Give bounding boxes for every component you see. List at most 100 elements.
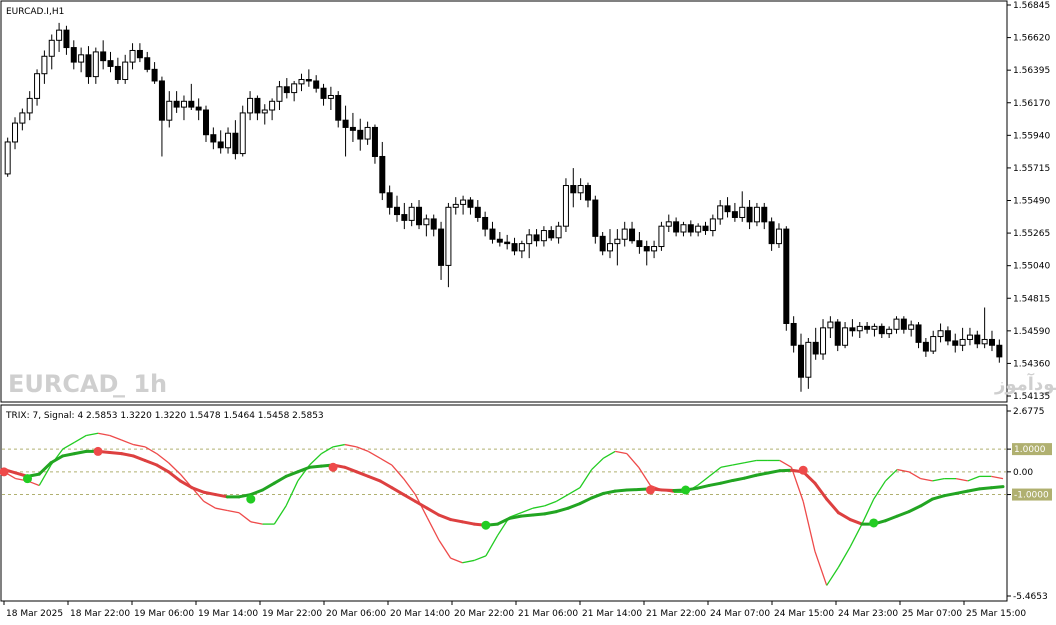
candle-body [599, 235, 606, 252]
candle-body [173, 100, 180, 108]
time-tick-label: 20 Mar 06:00 [326, 609, 386, 619]
candle-body [900, 318, 907, 330]
signal-dot [93, 446, 103, 456]
candle-body [298, 79, 305, 85]
candle-body [239, 112, 246, 155]
candle-body [232, 132, 239, 155]
candle-body [100, 51, 107, 62]
candle-body [180, 100, 187, 108]
signal-dot [869, 518, 879, 528]
price-tick-label: 1.55490 [1013, 197, 1050, 207]
candle-body [12, 122, 19, 143]
level-label: 1.0000 [1014, 445, 1046, 455]
indicator-tick-label: -5.4653 [1013, 592, 1048, 602]
candle-body [188, 100, 195, 108]
candle-body [445, 206, 452, 266]
time-tick-label: 24 Mar 15:00 [774, 609, 834, 619]
candle-body [577, 185, 584, 194]
candle-body [210, 134, 217, 143]
candle-body [261, 109, 268, 114]
candle-body [636, 240, 643, 248]
candle-body [562, 185, 569, 227]
indicator-tick-label: 2.6775 [1013, 407, 1045, 417]
candle-body [349, 126, 356, 131]
price-tick-label: 1.54590 [1013, 327, 1050, 337]
candle-body [327, 94, 334, 99]
candle-body [474, 206, 481, 218]
candle-body [386, 192, 393, 208]
candle-body [878, 325, 885, 335]
watermark-timeframe: _ 1h [113, 370, 167, 398]
candle-body [592, 199, 599, 237]
candle-body [203, 109, 210, 136]
indicator-panel[interactable] [0, 404, 1008, 602]
level-label: -1.0000 [1014, 491, 1049, 501]
price-tick-label: 1.55940 [1013, 131, 1050, 141]
time-tick-label: 21 Mar 22:00 [646, 609, 706, 619]
candle-body [305, 79, 312, 82]
indicator-axis: 2.6775 1.0000 0.00 -1.0000 -5.4653 [1007, 407, 1052, 602]
candle-body [26, 97, 33, 114]
candle-body [584, 185, 591, 201]
candle-body [19, 112, 26, 124]
candle-body [393, 206, 400, 216]
candle-body [952, 340, 959, 346]
candle-body [871, 325, 878, 330]
candle-body [614, 238, 621, 245]
candle-body [761, 206, 768, 223]
candle-body [820, 327, 827, 355]
indicator-header: TRIX: 7, Signal: 4 2.5853 1.3220 1.3220 … [5, 411, 324, 421]
candle-body [408, 206, 415, 221]
candle-body [166, 100, 173, 121]
candle-body [959, 338, 966, 346]
candle-body [217, 141, 224, 149]
candle-body [886, 328, 893, 335]
candle-body [114, 65, 121, 81]
candle-body [856, 325, 863, 332]
candle-body [151, 68, 158, 82]
candle-body [438, 228, 445, 266]
signal-dot [681, 485, 691, 495]
candle-body [739, 206, 746, 218]
candle-body [775, 228, 782, 245]
time-tick-label: 19 Mar 06:00 [134, 609, 194, 619]
candle-body [247, 97, 254, 114]
candle-body [981, 338, 988, 345]
trading-chart[interactable]: EURCAD.I,H1 TRIX: 7, Signal: 4 2.5853 1.… [0, 0, 1056, 625]
time-tick-label: 21 Mar 14:00 [582, 609, 642, 619]
price-tick-label: 1.56845 [1013, 1, 1050, 11]
candle-body [136, 49, 143, 59]
candle-body [518, 243, 525, 252]
candle-body [41, 55, 48, 75]
candle-body [746, 206, 753, 223]
signal-dot [246, 494, 256, 504]
candle-body [504, 241, 511, 245]
candle-body [460, 199, 467, 205]
price-tick-label: 1.56395 [1013, 66, 1050, 76]
candle-body [342, 119, 349, 128]
time-tick-label: 19 Mar 14:00 [198, 609, 258, 619]
signal-dot [23, 474, 33, 484]
candle-body [673, 221, 680, 233]
price-panel[interactable] [0, 0, 1008, 403]
indicator-tick-label: 0.00 [1013, 468, 1033, 478]
candle-body [687, 224, 694, 233]
candle-body [768, 221, 775, 245]
candle-body [555, 225, 562, 239]
candle-body [966, 334, 973, 340]
price-tick-label: 1.55265 [1013, 229, 1050, 239]
signal-dot [645, 485, 655, 495]
candle-body [864, 325, 871, 330]
candle-body [607, 243, 614, 252]
candle-body [496, 238, 503, 243]
candle-body [717, 205, 724, 220]
candle-body [731, 211, 738, 218]
candle-body [651, 246, 658, 252]
candle-body [195, 106, 202, 111]
candle-body [812, 341, 819, 355]
candle-body [283, 86, 290, 94]
candle-body [4, 141, 11, 175]
candle-body [753, 206, 760, 223]
trix-signal-segment [531, 512, 547, 517]
candle-body [908, 324, 915, 330]
